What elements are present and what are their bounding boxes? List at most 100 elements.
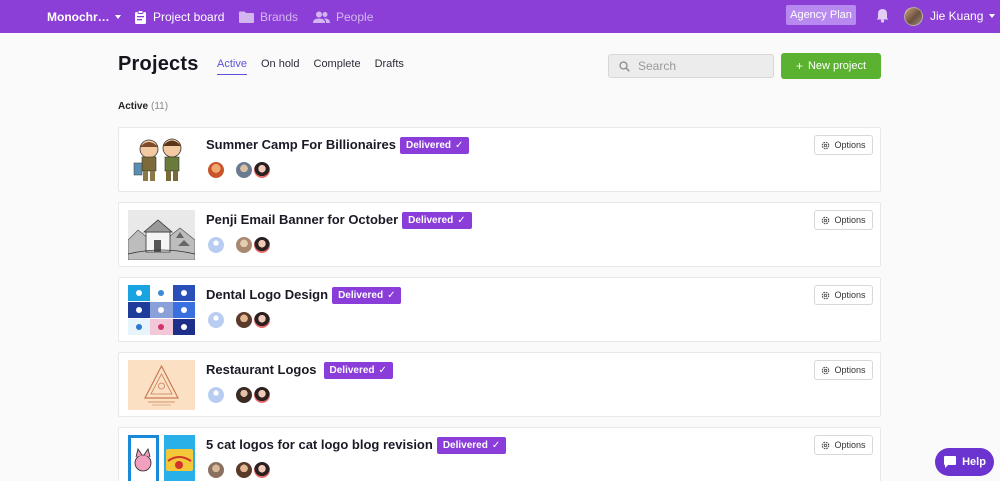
assignee-avatars <box>206 385 272 405</box>
dental-logos-grid-image <box>128 285 195 335</box>
options-label: Options <box>834 365 866 375</box>
options-button[interactable]: Options <box>814 360 873 380</box>
avatar[interactable] <box>234 310 254 330</box>
bell-icon[interactable] <box>876 8 889 23</box>
help-button[interactable]: Help <box>935 448 994 476</box>
gear-icon <box>822 291 830 299</box>
avatar[interactable] <box>206 310 226 330</box>
chevron-down-icon <box>114 14 121 19</box>
options-button[interactable]: Options <box>814 435 873 455</box>
workspace-switcher[interactable]: Monochr… <box>47 0 121 33</box>
project-title[interactable]: Dental Logo Design Delivered ✓ <box>206 287 402 304</box>
chat-bubble-icon <box>944 456 957 468</box>
plan-badge[interactable]: Agency Plan <box>786 5 856 25</box>
status-badge: Delivered ✓ <box>402 212 472 229</box>
options-label: Options <box>834 215 866 225</box>
status-badge: Delivered ✓ <box>323 362 393 379</box>
avatar[interactable] <box>206 385 226 405</box>
nav-project-board[interactable]: Project board <box>134 0 224 33</box>
avatar[interactable] <box>252 385 272 405</box>
tab-complete[interactable]: Complete <box>314 58 361 75</box>
folder-icon <box>239 11 254 23</box>
section-label: Active <box>118 101 149 112</box>
avatar[interactable] <box>234 160 254 180</box>
project-card[interactable]: Restaurant Logos Delivered ✓ Options <box>118 352 881 417</box>
project-thumbnail <box>128 135 195 185</box>
new-project-button[interactable]: + New project <box>781 53 881 79</box>
avatar[interactable] <box>206 235 226 255</box>
people-icon <box>313 11 330 23</box>
avatar[interactable] <box>252 460 272 480</box>
project-thumbnail <box>128 285 195 335</box>
project-title-text: Summer Camp For Billionaires <box>206 137 396 152</box>
cartoon-campers-image <box>128 135 195 185</box>
search-input[interactable] <box>638 59 758 73</box>
project-title-text: Restaurant Logos <box>206 362 317 377</box>
avatar[interactable] <box>234 235 254 255</box>
options-button[interactable]: Options <box>814 210 873 230</box>
help-label: Help <box>962 456 986 468</box>
project-title[interactable]: 5 cat logos for cat logo blog revision De… <box>206 437 507 454</box>
project-card[interactable]: Summer Camp For Billionaires Delivered ✓ O… <box>118 127 881 192</box>
check-icon: ✓ <box>491 440 501 451</box>
avatar[interactable] <box>252 160 272 180</box>
project-card[interactable]: Penji Email Banner for October Delivered ✓… <box>118 202 881 267</box>
section-heading: Active (11) <box>118 101 168 112</box>
top-nav: Monochr… Project board Brands People Age… <box>0 0 1000 33</box>
restaurant-logo-image <box>128 360 195 410</box>
options-label: Options <box>834 290 866 300</box>
avatar[interactable] <box>252 310 272 330</box>
status-badge-label: Delivered <box>442 440 488 451</box>
tab-on-hold[interactable]: On hold <box>261 58 300 75</box>
status-badge: Delivered ✓ <box>400 137 470 154</box>
project-title-text: Dental Logo Design <box>206 287 329 302</box>
chevron-down-icon <box>989 14 996 18</box>
project-title[interactable]: Summer Camp For Billionaires Delivered ✓ <box>206 137 470 154</box>
status-badge-label: Delivered <box>329 365 375 376</box>
nav-brands[interactable]: Brands <box>239 0 298 33</box>
project-card[interactable]: 5 cat logos for cat logo blog revision De… <box>118 427 881 481</box>
sketch-illustration-image <box>128 210 195 260</box>
avatar[interactable] <box>234 460 254 480</box>
avatar[interactable] <box>234 385 254 405</box>
status-badge-label: Delivered <box>338 290 384 301</box>
workspace-name: Monochr… <box>47 9 110 24</box>
options-button[interactable]: Options <box>814 285 873 305</box>
page-title: Projects <box>118 53 199 75</box>
status-badge-label: Delivered <box>408 215 454 226</box>
check-icon: ✓ <box>455 140 464 151</box>
user-menu[interactable]: Jie Kuang <box>904 4 996 28</box>
gear-icon <box>822 216 830 224</box>
assignee-avatars <box>206 460 272 480</box>
avatar <box>904 6 923 26</box>
new-project-label: New project <box>807 60 867 72</box>
nav-brands-label: Brands <box>260 9 299 24</box>
project-title[interactable]: Restaurant Logos Delivered ✓ <box>206 362 393 379</box>
clipboard-icon <box>135 9 146 24</box>
avatar[interactable] <box>206 460 226 480</box>
section-count: (11) <box>151 101 169 112</box>
project-title[interactable]: Penji Email Banner for October Delivered ✓ <box>206 212 472 229</box>
project-thumbnail <box>128 435 195 481</box>
tab-active[interactable]: Active <box>217 58 247 75</box>
project-title-text: 5 cat logos for cat logo blog revision <box>206 437 433 452</box>
avatar[interactable] <box>206 160 226 180</box>
assignee-avatars <box>206 235 272 255</box>
gear-icon <box>822 141 830 149</box>
nav-people[interactable]: People <box>313 0 373 33</box>
check-icon: ✓ <box>457 215 466 226</box>
avatar[interactable] <box>252 235 272 255</box>
assignee-avatars <box>206 160 272 180</box>
search-box <box>608 54 774 78</box>
gear-icon <box>822 366 830 374</box>
search-icon <box>619 60 630 72</box>
options-label: Options <box>834 140 866 150</box>
project-card[interactable]: Dental Logo Design Delivered ✓ Options <box>118 277 881 342</box>
cat-logos-image <box>128 435 195 481</box>
status-tabs: Active On hold Complete Drafts <box>217 58 418 75</box>
nav-people-label: People <box>336 9 374 24</box>
options-button[interactable]: Options <box>814 135 873 155</box>
tab-drafts[interactable]: Drafts <box>375 58 404 75</box>
gear-icon <box>822 441 830 449</box>
project-thumbnail <box>128 210 195 260</box>
